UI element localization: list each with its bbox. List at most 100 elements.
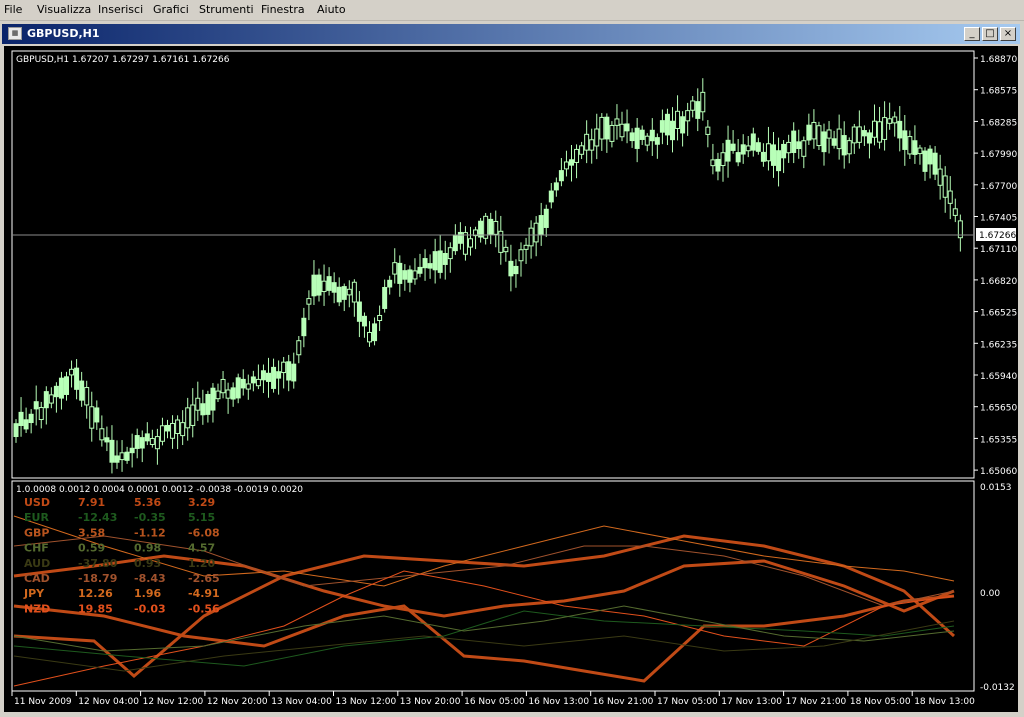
- candle-body: [442, 252, 448, 265]
- candle-body: [715, 158, 721, 172]
- strength-value: -2.65: [188, 572, 220, 585]
- candle-body: [94, 407, 100, 423]
- candle-body: [230, 387, 236, 400]
- candle-body: [730, 143, 736, 151]
- close-button[interactable]: ×: [1000, 27, 1016, 41]
- candle-body: [23, 419, 29, 430]
- candle-body: [372, 323, 378, 342]
- currency-label: NZD: [24, 602, 50, 615]
- candle-body: [215, 390, 221, 400]
- candle-body: [316, 274, 322, 296]
- menu-visualizza[interactable]: Visualizza: [37, 3, 91, 16]
- candle-body: [503, 246, 509, 253]
- candle-body: [755, 142, 761, 152]
- time-tick-label: 18 Nov 13:00: [914, 697, 975, 707]
- candle-body: [523, 244, 529, 250]
- strength-value: 19.85: [78, 602, 113, 615]
- candle-body: [488, 218, 494, 235]
- candle-body: [584, 133, 590, 151]
- strength-value: -0.35: [134, 511, 166, 524]
- candle-body: [301, 317, 307, 337]
- menu-strumenti[interactable]: Strumenti: [199, 3, 254, 16]
- minimize-button[interactable]: _: [964, 27, 980, 41]
- strength-value: 7.91: [78, 496, 105, 509]
- candle-body: [705, 126, 711, 135]
- candle-body: [18, 411, 24, 426]
- price-tick-label: 1.65355: [980, 435, 1017, 445]
- candle-body: [498, 230, 504, 253]
- current-price-label: 1.67266: [979, 231, 1016, 241]
- candle-body: [907, 136, 913, 155]
- candle-body: [700, 91, 706, 113]
- candle-body: [58, 377, 64, 399]
- candle-body: [190, 404, 196, 426]
- candle-body: [306, 298, 312, 305]
- candle-body: [776, 150, 782, 172]
- candle-body: [569, 159, 574, 166]
- candle-body: [235, 377, 241, 399]
- candle-body: [109, 439, 115, 463]
- candle-body: [255, 378, 261, 387]
- candle-body: [185, 407, 191, 429]
- candle-body: [927, 148, 933, 165]
- candle-body: [79, 380, 85, 401]
- chart-canvas[interactable]: 1.68870 1.68575 1.68285 1.67990 1.67700 1.674…: [4, 46, 1018, 712]
- time-tick-label: 16 Nov 21:00: [593, 697, 654, 707]
- time-tick-label: 12 Nov 12:00: [143, 697, 204, 707]
- candle-body: [468, 238, 473, 248]
- price-tick-label: 1.65940: [980, 372, 1017, 382]
- candle-body: [745, 145, 751, 152]
- candle-body: [670, 120, 675, 141]
- candle-body: [260, 370, 266, 381]
- menu-aiuto[interactable]: Aiuto: [317, 3, 346, 16]
- candle-body: [619, 123, 625, 138]
- candle-body: [321, 280, 327, 293]
- candle-body: [574, 148, 580, 163]
- candle-body: [659, 120, 665, 133]
- menu-finestra[interactable]: Finestra: [261, 3, 305, 16]
- candle-body: [563, 161, 569, 170]
- strength-value: -1.12: [134, 526, 166, 539]
- strength-value: 0.59: [78, 542, 105, 555]
- candle-body: [720, 152, 726, 167]
- chart-window-titlebar[interactable]: ▦ GBPUSD,H1 _ □ ×: [2, 24, 1020, 44]
- strength-value: -8.43: [134, 572, 166, 585]
- candle-body: [675, 110, 681, 129]
- time-tick-label: 17 Nov 21:00: [786, 697, 847, 707]
- menu-file[interactable]: File: [4, 3, 22, 16]
- candle-body: [781, 143, 787, 159]
- candle-body: [750, 133, 756, 151]
- strength-value: 5.15: [188, 511, 215, 524]
- candle-body: [765, 143, 771, 162]
- indicator-header: 1.0.0008 0.0012 0.0004 0.0001 0.0012 -0.…: [16, 485, 303, 495]
- price-tick-label: 1.67700: [980, 182, 1017, 192]
- candle-body: [452, 235, 458, 252]
- candle-body: [922, 150, 928, 172]
- candle-body: [412, 270, 418, 280]
- candle-body: [271, 366, 277, 389]
- menu-grafici[interactable]: Grafici: [153, 3, 189, 16]
- candle-body: [38, 407, 44, 421]
- candle-body: [791, 130, 797, 153]
- strength-value: 4.57: [188, 542, 215, 555]
- strength-value: 1.20: [188, 557, 215, 570]
- time-tick-label: 17 Nov 13:00: [721, 697, 782, 707]
- candle-body: [841, 135, 847, 156]
- time-tick-label: 16 Nov 13:00: [528, 697, 589, 707]
- candle-body: [159, 425, 165, 442]
- candle-body: [599, 116, 605, 140]
- chart-header: GBPUSD,H1 1.67207 1.67297 1.67161 1.6726…: [16, 55, 230, 65]
- menu-inserisci[interactable]: Inserisci: [98, 3, 143, 16]
- candle-body: [553, 182, 559, 191]
- candle-body: [538, 215, 544, 236]
- window-title: GBPUSD,H1: [27, 27, 100, 40]
- candle-body: [866, 132, 872, 144]
- candle-body: [902, 130, 908, 150]
- maximize-button[interactable]: □: [982, 27, 998, 41]
- indicator-tick-label: 0.00: [980, 589, 1000, 599]
- candle-body: [240, 378, 246, 389]
- candle-body: [432, 251, 438, 271]
- candle-body: [326, 276, 332, 291]
- currency-label: GBP: [24, 526, 49, 539]
- price-tick-label: 1.68285: [980, 118, 1017, 128]
